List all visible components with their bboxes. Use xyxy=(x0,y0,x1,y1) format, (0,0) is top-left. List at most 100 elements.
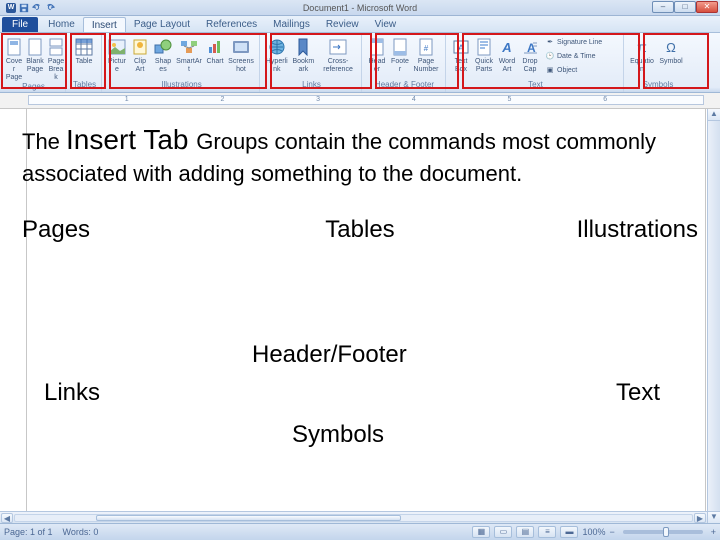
redo-icon[interactable] xyxy=(45,3,55,13)
scroll-down-icon[interactable]: ▼ xyxy=(708,511,720,523)
symbol-button[interactable]: Ω Symbol xyxy=(658,36,684,66)
page-break-button[interactable]: Page Break xyxy=(47,36,65,82)
picture-icon xyxy=(108,38,126,56)
table-button[interactable]: Table xyxy=(71,36,97,66)
group-tables: Table Tables xyxy=(68,35,102,92)
titlebar: W Document1 - Microsoft Word – □ ✕ xyxy=(0,0,720,16)
shapes-button[interactable]: Shapes xyxy=(153,36,173,74)
status-page[interactable]: Page: 1 of 1 xyxy=(4,527,53,537)
horizontal-ruler[interactable]: 1 2 3 4 5 6 xyxy=(28,95,704,105)
view-print-layout-button[interactable]: ▦ xyxy=(472,526,490,538)
scroll-left-icon[interactable]: ◀ xyxy=(1,513,13,523)
svg-text:#: # xyxy=(424,44,429,53)
textbox-button[interactable]: A Text Box xyxy=(451,36,471,74)
tab-page-layout[interactable]: Page Layout xyxy=(126,17,198,32)
dropcap-button[interactable]: A Drop Cap xyxy=(520,36,540,74)
table-label: Table xyxy=(71,58,97,66)
screenshot-label: Screenshot xyxy=(228,58,254,74)
quick-access-toolbar: W xyxy=(0,3,55,13)
document-area[interactable]: The Insert Tab Groups contain the comman… xyxy=(0,109,720,523)
tab-references[interactable]: References xyxy=(198,17,265,32)
minimize-button[interactable]: – xyxy=(652,1,674,13)
cover-page-label: Cover Page xyxy=(5,58,23,82)
dropcap-label: Drop Cap xyxy=(520,58,540,74)
view-outline-button[interactable]: ≡ xyxy=(538,526,556,538)
blank-page-button[interactable]: Blank Page xyxy=(26,36,44,74)
tab-mailings[interactable]: Mailings xyxy=(265,17,318,32)
term-illustrations: Illustrations xyxy=(473,216,698,244)
tab-view[interactable]: View xyxy=(367,17,405,32)
footer-icon xyxy=(391,38,409,56)
zoom-slider-knob[interactable] xyxy=(663,527,669,537)
hscroll-track[interactable] xyxy=(14,514,693,522)
group-symbols: π Equation Ω Symbol Symbols xyxy=(626,35,690,92)
tab-insert[interactable]: Insert xyxy=(83,17,126,32)
view-draft-button[interactable]: ▬ xyxy=(560,526,578,538)
equation-button[interactable]: π Equation xyxy=(629,36,655,74)
bookmark-label: Bookmark xyxy=(292,58,316,74)
tab-review[interactable]: Review xyxy=(318,17,367,32)
picture-button[interactable]: Picture xyxy=(107,36,127,74)
hscroll-thumb[interactable] xyxy=(96,515,401,521)
scroll-right-icon[interactable]: ▶ xyxy=(694,513,706,523)
textbox-label: Text Box xyxy=(451,58,471,74)
quick-parts-label: Quick Parts xyxy=(474,58,494,74)
vertical-scrollbar[interactable]: ▲ ▼ xyxy=(707,109,720,523)
symbol-label: Symbol xyxy=(658,58,684,66)
hyperlink-button[interactable]: Hyperlink xyxy=(265,36,289,74)
date-time-icon: 🕑 xyxy=(545,52,555,62)
file-tab[interactable]: File xyxy=(2,17,38,32)
scroll-up-icon[interactable]: ▲ xyxy=(708,109,720,121)
maximize-button[interactable]: □ xyxy=(674,1,696,13)
overlay-paragraph: The Insert Tab Groups contain the comman… xyxy=(22,121,698,188)
horizontal-scrollbar[interactable]: ◀ ▶ xyxy=(0,511,707,523)
group-links: Hyperlink Bookmark Cross-reference Links xyxy=(262,35,362,92)
table-icon xyxy=(75,38,93,56)
signature-icon: ✒ xyxy=(545,38,555,48)
group-header-footer-label: Header & Footer xyxy=(367,80,442,92)
overlay-para-big: Insert Tab xyxy=(66,124,196,155)
wordart-label: WordArt xyxy=(497,58,517,74)
bookmark-button[interactable]: Bookmark xyxy=(292,36,316,74)
status-bar: Page: 1 of 1 Words: 0 ▦ ▭ ▤ ≡ ▬ 100% − + xyxy=(0,523,720,540)
ruler-tick: 3 xyxy=(316,96,320,103)
screenshot-icon xyxy=(232,38,250,56)
view-web-layout-button[interactable]: ▤ xyxy=(516,526,534,538)
undo-icon[interactable] xyxy=(32,3,42,13)
object-icon: ▣ xyxy=(545,66,555,76)
view-full-screen-button[interactable]: ▭ xyxy=(494,526,512,538)
tab-home[interactable]: Home xyxy=(40,17,83,32)
status-zoom[interactable]: 100% xyxy=(582,527,605,537)
smartart-label: SmartArt xyxy=(176,58,202,74)
page-margin-right xyxy=(705,109,706,523)
bookmark-icon xyxy=(294,38,312,56)
wordart-icon: A xyxy=(498,38,516,56)
signature-line-button[interactable]: ✒Signature Line xyxy=(545,36,602,50)
save-icon[interactable] xyxy=(19,3,29,13)
zoom-slider[interactable] xyxy=(623,530,703,534)
quick-parts-button[interactable]: Quick Parts xyxy=(474,36,494,74)
zoom-out-button[interactable]: − xyxy=(609,527,614,537)
cross-reference-button[interactable]: Cross-reference xyxy=(318,36,358,74)
header-button[interactable]: Header xyxy=(367,36,387,74)
hyperlink-icon xyxy=(268,38,286,56)
wordart-button[interactable]: A WordArt xyxy=(497,36,517,74)
footer-button[interactable]: Footer xyxy=(390,36,410,74)
date-time-button[interactable]: 🕑Date & Time xyxy=(545,50,602,64)
dropcap-icon: A xyxy=(521,38,539,56)
zoom-in-button[interactable]: + xyxy=(711,527,716,537)
close-button[interactable]: ✕ xyxy=(696,1,718,13)
cover-page-button[interactable]: Cover Page xyxy=(5,36,23,82)
word-app-icon: W xyxy=(6,3,16,13)
page-number-button[interactable]: # Page Number xyxy=(413,36,439,74)
screenshot-button[interactable]: Screenshot xyxy=(228,36,254,74)
chart-button[interactable]: Chart xyxy=(205,36,225,66)
clipart-button[interactable]: Clip Art xyxy=(130,36,150,74)
signature-label: Signature Line xyxy=(557,38,602,48)
smartart-button[interactable]: SmartArt xyxy=(176,36,202,74)
ribbon-tabs: File Home Insert Page Layout References … xyxy=(0,16,720,33)
ruler-tick: 2 xyxy=(220,96,224,103)
status-words[interactable]: Words: 0 xyxy=(63,527,99,537)
chart-label: Chart xyxy=(205,58,225,66)
object-button[interactable]: ▣Object xyxy=(545,64,602,78)
